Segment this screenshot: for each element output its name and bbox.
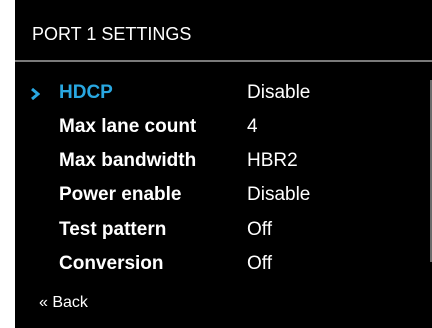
menu-item-label: Power enable bbox=[59, 184, 182, 205]
menu-item-test-pattern[interactable]: Test pattern Off bbox=[15, 212, 415, 246]
menu-item-hdcp[interactable]: HDCP Disable bbox=[15, 75, 415, 109]
title-divider bbox=[15, 60, 432, 62]
page-title: PORT 1 SETTINGS bbox=[32, 24, 192, 44]
menu-item-conversion[interactable]: Conversion Off bbox=[15, 246, 415, 280]
menu-item-power-enable[interactable]: Power enable Disable bbox=[15, 177, 415, 211]
menu-item-value: 4 bbox=[247, 116, 258, 137]
osd-panel: PORT 1 SETTINGS HDCP Disable Max lane co… bbox=[15, 0, 432, 328]
menu-item-value: Disable bbox=[247, 184, 311, 205]
menu-item-value: Off bbox=[247, 253, 272, 274]
menu-item-label: Test pattern bbox=[59, 219, 167, 240]
menu-item-value: Off bbox=[247, 219, 272, 240]
chevron-right-icon bbox=[31, 88, 40, 100]
menu-item-label: HDCP bbox=[59, 82, 113, 103]
menu-item-label: Max lane count bbox=[59, 116, 197, 137]
back-button[interactable]: « Back bbox=[39, 293, 88, 313]
menu-item-value: Disable bbox=[247, 82, 311, 103]
menu-item-max-bandwidth[interactable]: Max bandwidth HBR2 bbox=[15, 143, 415, 177]
menu-item-value: HBR2 bbox=[247, 150, 298, 171]
menu-item-label: Max bandwidth bbox=[59, 150, 197, 171]
menu-item-label: Conversion bbox=[59, 253, 164, 274]
menu-item-max-lane-count[interactable]: Max lane count 4 bbox=[15, 109, 415, 143]
